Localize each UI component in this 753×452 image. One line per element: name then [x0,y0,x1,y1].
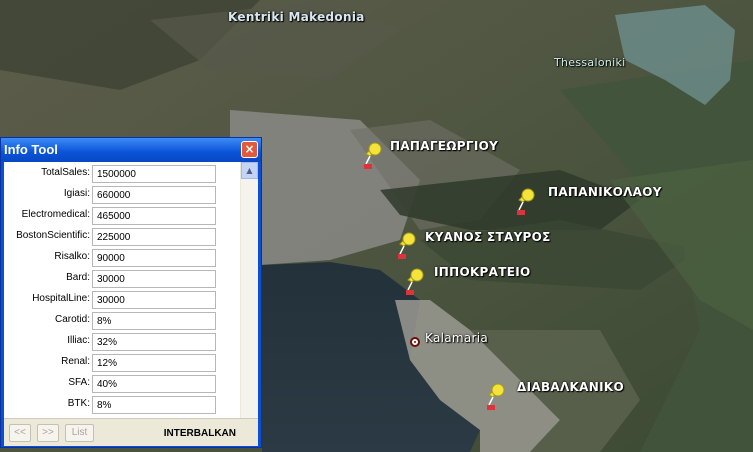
company-label: INTERBALKAN [163,428,236,439]
attribute-name: Risalko: [54,251,90,262]
info-tool-titlebar[interactable]: Info Tool × [1,138,261,162]
town-dot-icon [410,337,420,347]
attribute-row: Electromedical: 465000 [4,206,240,227]
attribute-list: TotalSales: 1500000 Igiasi: 660000 Elect… [4,162,240,418]
place-label-papageorgiou: ΠΑΠΑΓΕΩΡΓΙΟΥ [390,139,499,153]
place-label-kyanos-stavros: ΚΥΑΝΟΣ ΣΤΑΥΡΟΣ [425,230,551,244]
place-label-diavalkaniko: ΔΙΑΒΑΛΚΑΝΙΚΟ [517,380,624,394]
attribute-name: BTK: [67,398,90,409]
attribute-value-field[interactable]: 225000 [92,228,216,246]
next-button[interactable]: >> [37,424,59,442]
attribute-name: Igiasi: [63,188,90,199]
previous-button[interactable]: << [9,424,31,442]
info-tool-body: TotalSales: 1500000 Igiasi: 660000 Elect… [4,162,258,446]
pin-icon[interactable] [364,142,388,172]
pin-icon[interactable] [398,232,422,262]
attribute-row: Renal: 12% [4,353,240,374]
attribute-row: HospitalLine: 30000 [4,290,240,311]
attribute-value-field[interactable]: 465000 [92,207,216,225]
attribute-row: Carotid: 8% [4,311,240,332]
attribute-row: TotalSales: 1500000 [4,164,240,185]
place-label-ippokrateio: ΙΠΠΟΚΡΑΤΕΙΟ [434,265,531,279]
attribute-name: Electromedical: [21,209,90,220]
attribute-row: Illiac: 32% [4,332,240,353]
pin-icon[interactable] [517,188,541,218]
attribute-name: Illiac: [67,335,90,346]
close-icon[interactable]: × [241,141,258,158]
attribute-name: SFA: [68,377,90,388]
city-label-thessaloniki: Thessaloniki [554,56,626,69]
attribute-row: Bard: 30000 [4,269,240,290]
attribute-value-field[interactable]: 660000 [92,186,216,204]
attribute-row: BTK: 8% [4,395,240,416]
region-label: Kentriki Makedonia [228,10,365,24]
attribute-row: BostonScientific: 225000 [4,227,240,248]
attribute-value-field[interactable]: 8% [92,312,216,330]
attribute-row: Risalko: 90000 [4,248,240,269]
place-label-kalamaria: Kalamaria [425,331,489,345]
attribute-name: HospitalLine: [32,293,90,304]
vertical-scrollbar[interactable]: ▲ [241,162,258,418]
attribute-value-field[interactable]: 40% [92,375,216,393]
scroll-up-icon[interactable]: ▲ [241,162,258,179]
attribute-name: TotalSales: [41,167,90,178]
attribute-row: Igiasi: 660000 [4,185,240,206]
info-tool-window[interactable]: Info Tool × TotalSales: 1500000 Igiasi: … [0,137,262,448]
list-button[interactable]: List [65,424,94,442]
attribute-name: Carotid: [54,314,90,325]
attribute-value-field[interactable]: 32% [92,333,216,351]
info-tool-footer: << >> List INTERBALKAN [4,418,258,446]
info-tool-title: Info Tool [4,142,58,157]
attribute-value-field[interactable]: 12% [92,354,216,372]
attribute-value-field[interactable]: 30000 [92,270,216,288]
attribute-value-field[interactable]: 90000 [92,249,216,267]
attribute-value-field[interactable]: 30000 [92,291,216,309]
attribute-name: BostonScientific: [16,230,90,241]
pin-icon[interactable] [487,383,511,413]
attribute-value-field[interactable]: 8% [92,396,216,414]
attribute-name: Bard: [66,272,90,283]
attribute-name: Renal: [61,356,90,367]
attribute-row: SFA: 40% [4,374,240,395]
attribute-value-field[interactable]: 1500000 [92,165,216,183]
place-label-papanikolaou: ΠΑΠΑΝΙΚΟΛΑΟΥ [548,185,662,199]
pin-icon[interactable] [406,268,430,298]
